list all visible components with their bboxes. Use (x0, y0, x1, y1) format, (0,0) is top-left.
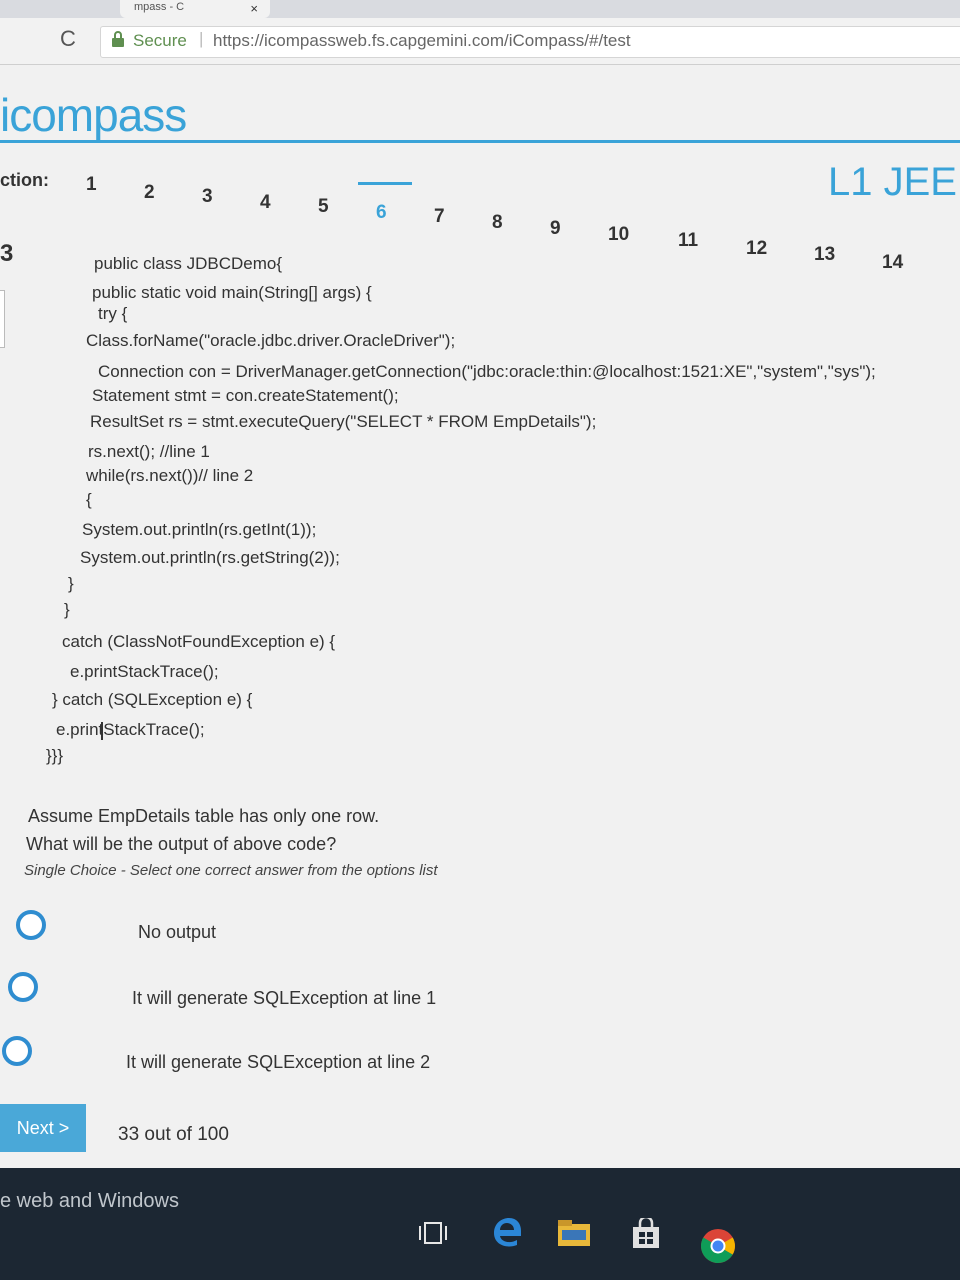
option-radio-1[interactable] (16, 910, 46, 940)
code-line: } (64, 600, 70, 619)
section-label: ction: (0, 170, 49, 190)
code-line: System.out.println(rs.getString(2)); (80, 548, 340, 567)
question-progress: 33 out of 100 (118, 1124, 229, 1145)
question-hint: Single Choice - Select one correct answe… (24, 862, 438, 879)
text-cursor-icon (101, 722, 103, 740)
reload-icon[interactable]: C (60, 26, 76, 52)
code-line: Statement stmt = con.createStatement(); (92, 386, 399, 405)
url-text[interactable]: https://icompassweb.fs.capgemini.com/iCo… (213, 31, 631, 51)
option-radio-2[interactable] (8, 972, 38, 1002)
code-line: public class JDBCDemo{ (94, 254, 283, 273)
option-label-2[interactable]: It will generate SQLException at line 1 (132, 988, 436, 1009)
lock-icon (112, 31, 124, 47)
task-view-icon[interactable] (418, 1220, 448, 1246)
code-line: }}} (46, 746, 64, 765)
tab-close-icon[interactable]: × (250, 1, 258, 16)
code-line: rs.next(); //line 1 (88, 442, 210, 461)
chrome-icon[interactable] (700, 1228, 736, 1264)
question-number-8[interactable]: 8 (492, 212, 503, 234)
question-number-4[interactable]: 4 (260, 192, 271, 214)
file-explorer-icon[interactable] (556, 1218, 592, 1248)
question-number-10[interactable]: 10 (608, 224, 629, 246)
code-line: } catch (SQLException e) { (52, 690, 253, 709)
question-number-3[interactable]: 3 (202, 186, 213, 208)
question-number-2[interactable]: 2 (144, 182, 155, 204)
edge-icon[interactable] (490, 1214, 524, 1248)
code-line: while(rs.next())// line 2 (86, 466, 254, 485)
icompass-logo: icompass (0, 89, 187, 141)
address-bar[interactable]: Secure | https://icompassweb.fs.capgemin… (100, 26, 960, 58)
store-icon[interactable] (630, 1218, 662, 1250)
browser-tab[interactable]: mpass - C × (120, 0, 270, 18)
question-number-14[interactable]: 14 (882, 252, 903, 274)
left-panel-edge (0, 290, 5, 348)
question-number-11[interactable]: 11 (678, 230, 698, 252)
header-divider (0, 140, 960, 143)
windows-taskbar: e web and Windows (0, 1168, 960, 1280)
url-separator: | (199, 29, 204, 48)
course-title: L1 JEE (828, 160, 957, 204)
option-label-3[interactable]: It will generate SQLException at line 2 (126, 1052, 430, 1073)
question-text-line-1: Assume EmpDetails table has only one row… (28, 806, 380, 826)
code-line: e.printStackTrace(); (56, 720, 205, 739)
code-line: { (86, 490, 92, 509)
code-line: Class.forName("oracle.jdbc.driver.Oracle… (86, 331, 456, 350)
code-line: Connection con = DriverManager.getConnec… (98, 362, 876, 381)
code-line: public static void main(String[] args) { (92, 283, 372, 302)
question-number-6[interactable]: 6 (376, 202, 387, 224)
secure-label: Secure (133, 31, 187, 50)
question-number-5[interactable]: 5 (318, 196, 329, 218)
question-number-1[interactable]: 1 (86, 174, 97, 196)
code-line: System.out.println(rs.getInt(1)); (82, 520, 317, 539)
question-number-9[interactable]: 9 (550, 218, 561, 240)
browser-toolbar: C Secure | https://icompassweb.fs.capgem… (0, 18, 960, 65)
question-text-line-2: What will be the output of above code? (26, 834, 337, 854)
tab-strip: mpass - C × (0, 0, 960, 18)
code-line: ResultSet rs = stmt.executeQuery("SELECT… (90, 412, 597, 431)
question-number-7[interactable]: 7 (434, 206, 445, 228)
code-line: catch (ClassNotFoundException e) { (62, 632, 336, 651)
screen: mpass - C × C Secure | https://icompassw… (0, 0, 960, 1280)
code-line: try { (98, 304, 128, 323)
option-label-1[interactable]: No output (138, 922, 216, 943)
code-line: e.printStackTrace(); (70, 662, 219, 681)
active-question-indicator (358, 182, 412, 185)
tab-title: mpass - C (134, 1, 185, 13)
next-button[interactable]: Next > (0, 1104, 86, 1152)
question-number-12[interactable]: 12 (746, 238, 767, 260)
taskbar-search-box[interactable]: e web and Windows (0, 1190, 179, 1213)
question-number-13[interactable]: 13 (814, 244, 835, 266)
code-line: } (68, 574, 74, 593)
question-index: 3 (0, 240, 14, 267)
option-radio-3[interactable] (2, 1036, 32, 1066)
